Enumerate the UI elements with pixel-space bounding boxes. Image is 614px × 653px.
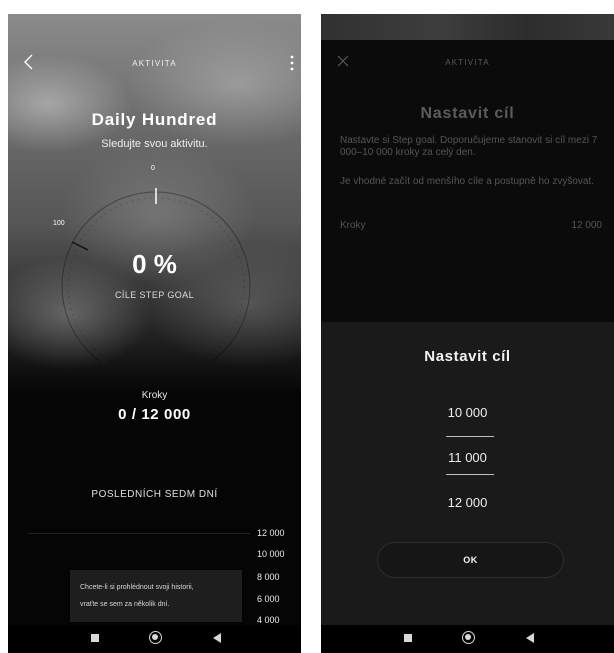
axis-tick: 12 000 [257,528,285,538]
nav-recents-icon[interactable] [91,634,99,642]
sheet-title: Nastavit cíl [424,348,511,365]
steps-field-label: Kroky [340,220,366,231]
goal-picker-sheet: Nastavit cíl 10 000 11 000 12 000 OK [321,322,614,627]
more-vert-icon[interactable] [285,54,299,72]
nav-back-icon[interactable] [526,633,534,643]
picker-selection-line [446,436,494,437]
axis-tick: 6 000 [257,594,280,604]
steps-field-value: 12 000 [571,220,602,231]
picker-option[interactable]: 10 000 [321,405,614,420]
goal-tip: Je vhodné začít od menšího cíle a postup… [340,176,595,187]
dimmed-background [321,14,614,40]
axis-tick: 10 000 [257,549,285,559]
steps-label: Kroky [141,390,168,401]
history-gridline [28,533,250,534]
history-note-line: vraťte se sem za několik dní. [80,601,170,608]
nav-recents-icon[interactable] [404,634,412,642]
picker-selection-line [446,474,494,475]
nav-back-icon[interactable] [213,633,221,643]
system-nav-bar [321,625,614,653]
axis-tick: 8 000 [257,572,280,582]
screen-title: AKTIVITA [445,58,490,67]
system-nav-bar [8,625,301,653]
goal-label: CÍLE STEP GOAL [115,290,194,300]
activity-screen: AKTIVITA Daily Hundred Sledujte svou akt… [8,14,301,653]
set-goal-screen: AKTIVITA Nastavit cíl Nastavte si Step g… [321,14,614,653]
ok-button[interactable]: OK [377,542,564,578]
history-note: Chcete-li si prohlédnout svoji historii,… [70,570,242,622]
picker-option-selected[interactable]: 11 000 [321,450,614,465]
steps-value: 0 / 12 000 [118,406,191,423]
picker-option[interactable]: 12 000 [321,495,614,510]
gauge-hundred-label: 100 [53,220,65,227]
hero-subtitle: Sledujte svou aktivitu. [101,138,208,150]
nav-home-icon[interactable] [149,631,162,644]
nav-home-icon[interactable] [462,631,475,644]
goal-description: Nastavte si Step goal. Doporučujeme stan… [340,135,598,158]
history-heading: POSLEDNÍCH SEDM DNÍ [91,489,218,500]
set-goal-title: Nastavit cíl [420,105,515,122]
top-bar: AKTIVITA [8,14,301,71]
axis-tick: 4 000 [257,615,280,625]
hero-title: Daily Hundred [91,110,218,129]
history-note-line: Chcete-li si prohlédnout svoji historii, [80,584,194,591]
gauge-zero-label: 0 [151,165,155,172]
goal-percent: 0 % [132,249,177,279]
screen-title: AKTIVITA [132,59,177,68]
